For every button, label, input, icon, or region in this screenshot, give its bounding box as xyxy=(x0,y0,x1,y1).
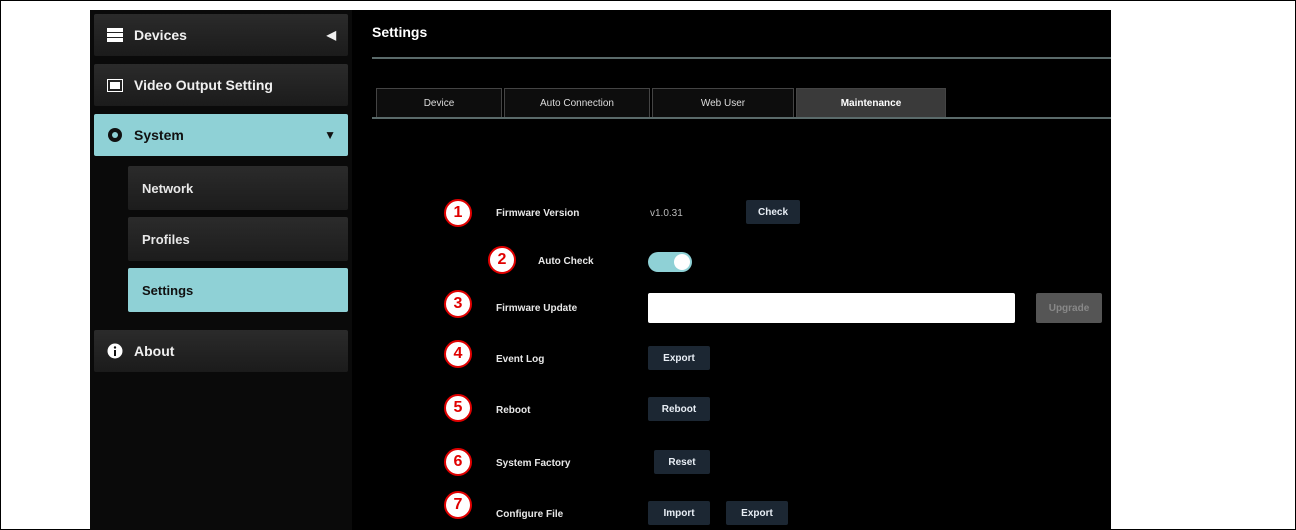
firmware-update-label: Firmware Update xyxy=(496,303,578,314)
chevron-down-icon[interactable]: ▼ xyxy=(324,128,336,142)
sidebar-item-label: Devices xyxy=(134,27,187,43)
upgrade-button[interactable]: Upgrade xyxy=(1036,293,1102,323)
callout-badge-3: 3 xyxy=(444,290,472,318)
callout-badge-4: 4 xyxy=(444,340,472,368)
config-export-button[interactable]: Export xyxy=(726,501,788,525)
check-button[interactable]: Check xyxy=(746,200,800,224)
auto-check-label: Auto Check xyxy=(538,256,594,267)
title-divider xyxy=(372,57,1111,59)
reboot-button[interactable]: Reboot xyxy=(648,397,710,421)
sidebar-item-label: System xyxy=(134,127,184,143)
callout-badge-5: 5 xyxy=(444,394,472,422)
page-title: Settings xyxy=(372,24,428,40)
event-log-export-button[interactable]: Export xyxy=(648,346,710,370)
sidebar-item-label: Profiles xyxy=(142,231,190,247)
firmware-version-label: Firmware Version xyxy=(496,208,580,219)
firmware-file-input[interactable] xyxy=(648,293,1015,323)
sidebar-item-about[interactable]: About xyxy=(94,330,348,372)
tab-maintenance[interactable]: Maintenance xyxy=(796,88,946,118)
collapse-arrow-icon[interactable]: ◀ xyxy=(327,28,336,42)
sidebar-item-settings[interactable]: Settings xyxy=(128,268,348,312)
app-window: Devices ◀ Video Output Setting System ▼ … xyxy=(90,10,1111,530)
sidebar-item-label: Network xyxy=(142,180,194,196)
main-content: Settings Device Auto Connection Web User… xyxy=(360,10,1111,530)
tabs-divider xyxy=(372,117,1111,119)
auto-check-toggle[interactable] xyxy=(648,252,692,272)
callout-badge-7: 7 xyxy=(444,491,472,519)
info-icon xyxy=(106,342,124,360)
monitor-icon xyxy=(106,76,124,94)
toggle-knob xyxy=(674,254,690,270)
reset-button[interactable]: Reset xyxy=(654,450,710,474)
tab-device[interactable]: Device xyxy=(376,88,502,118)
callout-badge-2: 2 xyxy=(488,246,516,274)
sidebar: Devices ◀ Video Output Setting System ▼ … xyxy=(90,10,352,530)
sidebar-item-label: About xyxy=(134,343,175,359)
gear-icon xyxy=(106,126,124,144)
event-log-label: Event Log xyxy=(496,354,545,365)
tab-web-user[interactable]: Web User xyxy=(652,88,794,118)
sidebar-item-video-output-setting[interactable]: Video Output Setting xyxy=(94,64,348,106)
sidebar-item-network[interactable]: Network xyxy=(128,166,348,210)
callout-badge-6: 6 xyxy=(444,448,472,476)
sidebar-item-system[interactable]: System ▼ xyxy=(94,114,348,156)
devices-icon xyxy=(106,26,124,44)
reboot-label: Reboot xyxy=(496,405,531,416)
sidebar-item-label: Settings xyxy=(142,282,194,298)
sidebar-item-devices[interactable]: Devices ◀ xyxy=(94,14,348,56)
config-import-button[interactable]: Import xyxy=(648,501,710,525)
system-factory-label: System Factory xyxy=(496,458,571,469)
tab-auto-connection[interactable]: Auto Connection xyxy=(504,88,650,118)
configure-file-label: Configure File xyxy=(496,509,564,520)
sidebar-item-profiles[interactable]: Profiles xyxy=(128,217,348,261)
firmware-version-value: v1.0.31 xyxy=(650,208,683,219)
tab-bar: Device Auto Connection Web User Maintena… xyxy=(376,88,948,118)
callout-badge-1: 1 xyxy=(444,199,472,227)
sidebar-item-label: Video Output Setting xyxy=(134,77,273,93)
